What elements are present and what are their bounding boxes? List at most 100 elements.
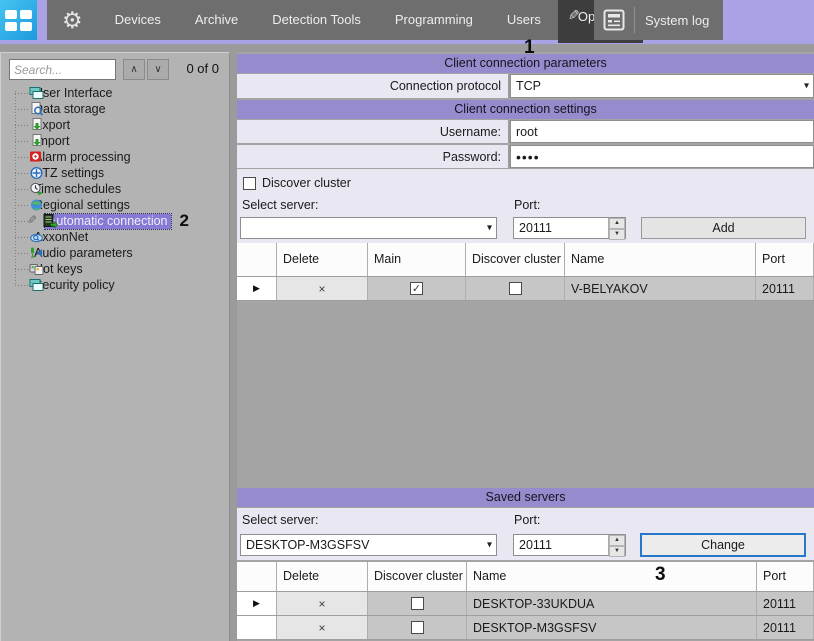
- chevron-down-icon: ▾: [487, 540, 492, 551]
- menu-item-programming[interactable]: Programming: [378, 0, 490, 40]
- header-marker-cell: [237, 562, 277, 591]
- port-label: Port:: [514, 513, 540, 527]
- search-result-count: 0 of 0: [186, 61, 219, 76]
- menu-item-devices[interactable]: Devices: [98, 0, 178, 40]
- saved-server-dropdown[interactable]: DESKTOP-M3GSFSV ▾: [240, 534, 497, 556]
- discover-cluster-label: Discover cluster: [262, 176, 351, 190]
- connection-protocol-dropdown[interactable]: TCP ▾: [510, 74, 814, 98]
- password-field[interactable]: ••••: [510, 145, 814, 168]
- header-port: Port: [756, 243, 814, 276]
- discover-cluster-checkbox[interactable]: [243, 177, 256, 190]
- tree-item-hot-keys[interactable]: Hot keys: [5, 261, 227, 277]
- chevron-down-icon: ▾: [487, 223, 492, 234]
- system-log-button[interactable]: System log: [594, 0, 723, 40]
- table-row[interactable]: × DESKTOP-M3GSFSV 20111: [237, 616, 814, 640]
- spinner-down-icon[interactable]: ▼: [609, 546, 625, 557]
- username-field[interactable]: root: [510, 120, 814, 143]
- username-label: Username:: [237, 120, 510, 143]
- spinner-up-icon[interactable]: ▲: [609, 535, 625, 546]
- header-port: Port: [757, 562, 814, 591]
- tree-item-label: Regional settings: [31, 198, 133, 213]
- search-prev-button[interactable]: ∧: [123, 59, 145, 80]
- tree-item-label: Alarm processing: [31, 150, 134, 165]
- tree-item-alarm-processing[interactable]: Alarm processing: [5, 149, 227, 165]
- export-icon: [29, 118, 44, 132]
- annotation-1: 1: [524, 37, 535, 59]
- username-value: root: [516, 125, 538, 139]
- data-storage-icon: [29, 102, 44, 116]
- system-log-label: System log: [645, 13, 709, 28]
- hot-keys-icon: [29, 262, 44, 276]
- spinner-up-icon[interactable]: ▲: [609, 218, 625, 229]
- alarm-processing-icon: [29, 150, 44, 164]
- change-button[interactable]: Change: [640, 533, 806, 557]
- password-label: Password:: [237, 145, 510, 168]
- app-logo-icon[interactable]: [0, 0, 37, 40]
- tree-item-export[interactable]: Export: [5, 117, 227, 133]
- menu-item-users[interactable]: Users: [490, 0, 558, 40]
- header-discover-cluster: Discover cluster: [368, 562, 467, 591]
- password-row: Password: ••••: [237, 145, 814, 168]
- settings-sidebar: ∧ ∨ 0 of 0 User Interface Data storage: [0, 52, 230, 641]
- row-marker-cell: [237, 616, 277, 639]
- user-interface-icon: [29, 86, 44, 100]
- select-server-dropdown[interactable]: ▾: [240, 217, 497, 239]
- tree-item-security-policy[interactable]: Security policy: [5, 277, 227, 293]
- server-name-cell: DESKTOP-33UKDUA: [467, 592, 757, 615]
- delete-button[interactable]: ×: [277, 592, 368, 615]
- saved-port-value: 20111: [514, 535, 608, 555]
- tree-item-ptz-settings[interactable]: PTZ settings: [5, 165, 227, 181]
- discover-cluster-checkbox[interactable]: [411, 621, 424, 634]
- tree-item-import[interactable]: Import: [5, 133, 227, 149]
- gear-icon[interactable]: ⚙: [47, 0, 98, 40]
- saved-table-header: Delete Discover cluster Name Port: [237, 562, 814, 592]
- saved-servers-panel: Select server: Port: DESKTOP-M3GSFSV ▾ 2…: [237, 508, 814, 560]
- port-spinner[interactable]: 20111 ▲ ▼: [513, 217, 626, 239]
- tree-item-data-storage[interactable]: Data storage: [5, 101, 227, 117]
- port-label: Port:: [514, 198, 540, 212]
- tree-item-regional-settings[interactable]: Regional settings: [5, 197, 227, 213]
- header-name: Name: [467, 562, 757, 591]
- discover-cluster-checkbox[interactable]: [411, 597, 424, 610]
- search-next-button[interactable]: ∨: [147, 59, 169, 80]
- settings-tree: User Interface Data storage Export Impor…: [5, 85, 227, 639]
- connection-protocol-value: TCP: [516, 79, 541, 93]
- main-checkbox[interactable]: ✓: [410, 282, 423, 295]
- search-input[interactable]: [9, 59, 116, 80]
- tree-item-automatic-connection[interactable]: ✎ Automatic connection 2: [5, 213, 227, 229]
- time-schedules-icon: [29, 182, 44, 196]
- server-port-cell: 20111: [756, 277, 814, 300]
- tree-item-user-interface[interactable]: User Interface: [5, 85, 227, 101]
- header-discover-cluster: Discover cluster: [466, 243, 565, 276]
- saved-port-spinner[interactable]: 20111 ▲ ▼: [513, 534, 626, 556]
- table-row[interactable]: ▶ × DESKTOP-33UKDUA 20111: [237, 592, 814, 616]
- port-value: 20111: [514, 218, 608, 238]
- tree-item-label: Automatic connection: [45, 214, 171, 229]
- add-button[interactable]: Add: [641, 217, 806, 239]
- system-log-icon: [602, 8, 626, 32]
- tree-item-label: Time schedules: [31, 182, 124, 197]
- tree-item-audio-parameters[interactable]: Audio parameters: [5, 245, 227, 261]
- spinner-down-icon[interactable]: ▼: [609, 229, 625, 240]
- tree-item-axxonnet[interactable]: AxxonNet: [5, 229, 227, 245]
- menu-item-detection-tools[interactable]: Detection Tools: [255, 0, 378, 40]
- password-value: ••••: [516, 149, 540, 165]
- main-menu-bar: ⚙ Devices Archive Detection Tools Progra…: [47, 0, 580, 40]
- audio-parameters-icon: [29, 246, 44, 260]
- table-row[interactable]: ▶ × ✓ V-BELYAKOV 20111: [237, 277, 814, 301]
- server-name-cell: V-BELYAKOV: [565, 277, 756, 300]
- select-server-label: Select server:: [242, 198, 318, 212]
- servers-table: Delete Main Discover cluster Name Port ▶…: [237, 243, 814, 301]
- automatic-connection-panel: Client connection parameters Connection …: [237, 52, 814, 641]
- delete-button[interactable]: ×: [277, 277, 368, 300]
- header-main: Main: [368, 243, 466, 276]
- delete-button[interactable]: ×: [277, 616, 368, 639]
- pencil-icon: ✎: [568, 0, 580, 35]
- ptz-settings-icon: [29, 166, 44, 180]
- section-header-saved-servers: Saved servers: [237, 488, 814, 507]
- saved-server-value: DESKTOP-M3GSFSV: [246, 538, 369, 552]
- menu-item-archive[interactable]: Archive: [178, 0, 255, 40]
- discover-cluster-checkbox[interactable]: [509, 282, 522, 295]
- tree-item-time-schedules[interactable]: Time schedules: [5, 181, 227, 197]
- row-marker-icon: ▶: [237, 592, 277, 615]
